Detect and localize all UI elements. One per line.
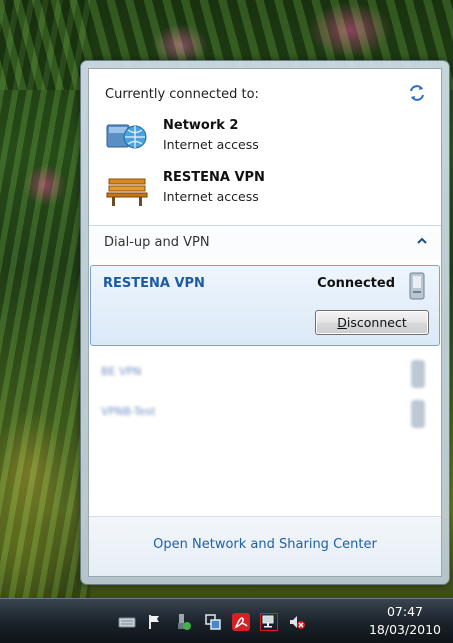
flyout-panel: Currently connected to: Network 2 Intern: [88, 68, 442, 577]
refresh-icon[interactable]: [407, 83, 427, 103]
chevron-up-icon[interactable]: [417, 235, 427, 248]
network-entry-network-2[interactable]: Network 2 Internet access: [103, 117, 403, 159]
taskbar-clock[interactable]: 07:47 18/03/2010: [369, 604, 441, 637]
vpn-status: Connected: [317, 276, 395, 291]
network-monitor-icon[interactable]: [260, 613, 278, 631]
vpn-item[interactable]: BE VPN: [101, 359, 429, 389]
clock-date: 18/03/2010: [368, 622, 441, 637]
network-sync-icon[interactable]: [204, 613, 222, 631]
network-globe-icon: [105, 119, 149, 155]
volume-muted-icon[interactable]: [288, 613, 306, 631]
vpn-name: BE VPN: [101, 365, 142, 378]
network-flyout: Currently connected to: Network 2 Intern: [80, 60, 450, 585]
flag-icon[interactable]: [146, 613, 164, 631]
usb-icon[interactable]: [174, 613, 192, 631]
vpn-item-restena-selected[interactable]: RESTENA VPN Connected Disconnect: [90, 265, 440, 346]
vpn-name: VPNB-Test: [101, 405, 156, 418]
vpn-item[interactable]: VPNB-Test: [101, 399, 429, 429]
vpn-bench-icon: [105, 171, 149, 207]
taskbar: 07:47 18/03/2010: [0, 598, 453, 643]
flyout-footer: Open Network and Sharing Center: [89, 516, 441, 576]
vpn-device-icon: [409, 359, 427, 389]
dialup-vpn-section-header[interactable]: Dial-up and VPN: [89, 226, 441, 260]
connected-title: Currently connected to:: [105, 87, 259, 102]
open-network-sharing-center-link[interactable]: Open Network and Sharing Center: [89, 537, 441, 552]
network-name: RESTENA VPN: [163, 170, 265, 185]
acrobat-icon[interactable]: [232, 613, 250, 631]
clock-time: 07:47: [386, 604, 423, 619]
network-entry-restena-vpn[interactable]: RESTENA VPN Internet access: [103, 169, 403, 211]
section-label: Dial-up and VPN: [104, 235, 210, 250]
vpn-device-icon: [407, 271, 427, 301]
keyboard-icon[interactable]: [118, 613, 136, 631]
vpn-name: RESTENA VPN: [103, 276, 205, 291]
network-status: Internet access: [163, 137, 259, 152]
network-status: Internet access: [163, 189, 259, 204]
disconnect-button[interactable]: Disconnect: [315, 310, 429, 335]
network-name: Network 2: [163, 118, 239, 133]
vpn-device-icon: [409, 399, 427, 429]
